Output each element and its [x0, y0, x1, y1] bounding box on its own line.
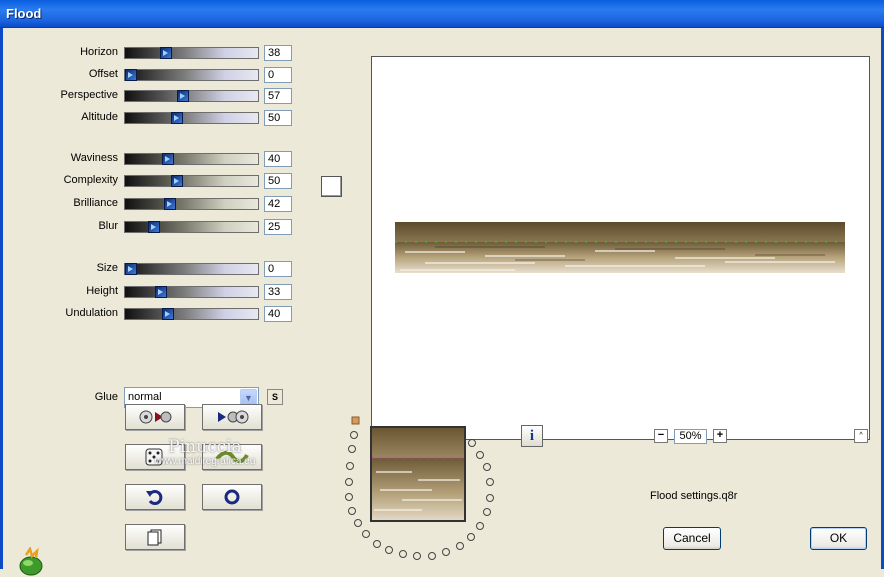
stop-button[interactable]	[202, 484, 262, 510]
slider-thumb[interactable]	[155, 286, 167, 298]
slider-thumb[interactable]	[164, 198, 176, 210]
brilliance-value-input[interactable]: 42	[264, 196, 292, 212]
watermark-name: Pinuccia	[168, 437, 242, 457]
altitude-slider[interactable]	[124, 112, 259, 124]
slider-thumb[interactable]	[148, 221, 160, 233]
slider-label: Offset	[88, 68, 118, 80]
waviness-value-input[interactable]: 40	[264, 151, 292, 167]
collapse-button[interactable]: ^	[854, 429, 868, 443]
slider-row-size: Size 0	[3, 261, 293, 277]
height-slider[interactable]	[124, 286, 259, 298]
slider-thumb[interactable]	[162, 308, 174, 320]
slider-row-undulation: Undulation 40	[3, 306, 293, 322]
slider-thumb[interactable]	[160, 47, 172, 59]
watermark: Pinuccia www.maidiregrafica.eu	[135, 438, 275, 467]
undulation-slider[interactable]	[124, 308, 259, 320]
brilliance-slider[interactable]	[124, 198, 259, 210]
slider-label: Perspective	[60, 89, 118, 101]
size-slider[interactable]	[124, 263, 259, 275]
slider-label: Altitude	[81, 111, 118, 123]
slider-row-horizon: Horizon 38	[3, 45, 293, 61]
slider-label: Undulation	[65, 307, 118, 319]
color-swatch[interactable]	[321, 176, 342, 197]
navigator-thumbnail[interactable]	[370, 426, 466, 522]
altitude-value-input[interactable]: 50	[264, 110, 292, 126]
zoom-in-button[interactable]: +	[713, 429, 727, 443]
slider-label: Blur	[98, 220, 118, 232]
slider-label: Height	[86, 285, 118, 297]
blur-value-input[interactable]: 25	[264, 219, 292, 235]
slider-row-waviness: Waviness 40	[3, 151, 293, 167]
cancel-button[interactable]: Cancel	[663, 527, 721, 550]
horizon-value-input[interactable]: 38	[264, 45, 292, 61]
height-value-input[interactable]: 33	[264, 284, 292, 300]
settings-filename: Flood settings.q8r	[650, 490, 738, 502]
slider-label: Complexity	[63, 174, 118, 186]
blur-slider[interactable]	[124, 221, 259, 233]
complexity-value-input[interactable]: 50	[264, 173, 292, 189]
load-preset-button[interactable]	[125, 404, 185, 430]
stop-circle-icon	[224, 489, 240, 505]
slider-row-blur: Blur 25	[3, 219, 293, 235]
offset-slider[interactable]	[124, 69, 259, 81]
slider-label: Waviness	[70, 152, 118, 164]
slider-row-altitude: Altitude 50	[3, 110, 293, 126]
slider-thumb[interactable]	[125, 69, 137, 81]
reset-button[interactable]	[125, 484, 185, 510]
undulation-value-input[interactable]: 40	[264, 306, 292, 322]
slider-thumb[interactable]	[125, 263, 137, 275]
copy-pages-icon	[147, 529, 162, 546]
flood-preview-image	[395, 222, 845, 273]
slider-row-brilliance: Brilliance 42	[3, 196, 293, 212]
info-button[interactable]: i	[521, 425, 543, 447]
slider-thumb[interactable]	[177, 90, 189, 102]
window-title: Flood	[6, 6, 42, 21]
slider-thumb[interactable]	[162, 153, 174, 165]
perspective-value-input[interactable]: 57	[264, 88, 292, 104]
copy-button[interactable]	[125, 524, 185, 550]
glue-s-button[interactable]: S	[267, 389, 283, 405]
glue-label: Glue	[94, 391, 118, 403]
slider-row-height: Height 33	[3, 284, 293, 300]
slider-thumb[interactable]	[171, 175, 183, 187]
slider-label: Horizon	[80, 46, 118, 58]
slider-label: Brilliance	[73, 197, 118, 209]
size-value-input[interactable]: 0	[264, 261, 292, 277]
complexity-slider[interactable]	[124, 175, 259, 187]
zoom-out-button[interactable]: −	[654, 429, 668, 443]
load-preset-icon	[139, 410, 172, 424]
slider-row-perspective: Perspective 57	[3, 88, 293, 104]
preview-canvas[interactable]	[371, 56, 870, 440]
title-bar: Flood	[0, 0, 884, 28]
watermark-url: www.maidiregrafica.eu	[154, 456, 256, 467]
app-logo-icon	[19, 547, 43, 576]
glue-selected-value: normal	[128, 391, 162, 403]
save-preset-icon	[218, 410, 249, 424]
ok-button[interactable]: OK	[810, 527, 867, 550]
reset-undo-icon	[146, 490, 163, 505]
horizon-slider[interactable]	[124, 47, 259, 59]
slider-thumb[interactable]	[171, 112, 183, 124]
waviness-slider[interactable]	[124, 153, 259, 165]
offset-value-input[interactable]: 0	[264, 67, 292, 83]
slider-row-complexity: Complexity 50	[3, 173, 293, 189]
slider-label: Size	[96, 262, 118, 274]
perspective-slider[interactable]	[124, 90, 259, 102]
save-preset-button[interactable]	[202, 404, 262, 430]
dialog-body: Horizon 38 Offset 0 Perspective 57 Altitude 50 W…	[0, 28, 884, 576]
slider-row-offset: Offset 0	[3, 67, 293, 83]
zoom-level[interactable]: 50%	[674, 429, 707, 444]
thumbnail-image	[372, 428, 464, 520]
